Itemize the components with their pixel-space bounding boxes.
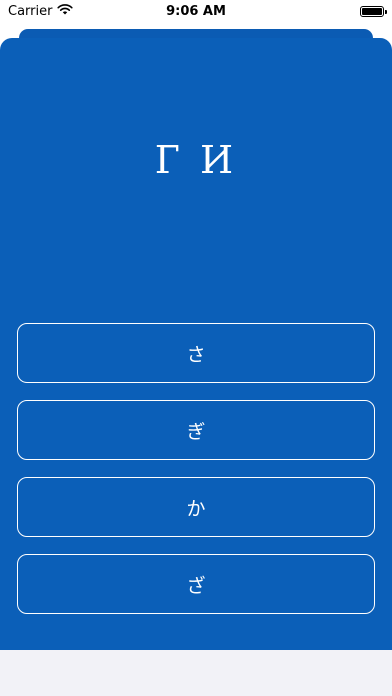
answer-option-1[interactable]: さ xyxy=(17,323,375,383)
answer-option-4[interactable]: ざ xyxy=(17,554,375,614)
answer-option-3[interactable]: か xyxy=(17,477,375,537)
status-bar: Carrier 9:06 AM xyxy=(0,0,392,22)
status-time: 9:06 AM xyxy=(166,3,226,19)
answer-option-2[interactable]: ぎ xyxy=(17,400,375,460)
battery-icon xyxy=(360,5,387,17)
question-text: Г И xyxy=(154,138,238,182)
wifi-icon xyxy=(57,3,74,19)
status-left: Carrier xyxy=(8,3,74,19)
bottom-area xyxy=(0,650,392,696)
carrier-label: Carrier xyxy=(8,3,53,19)
